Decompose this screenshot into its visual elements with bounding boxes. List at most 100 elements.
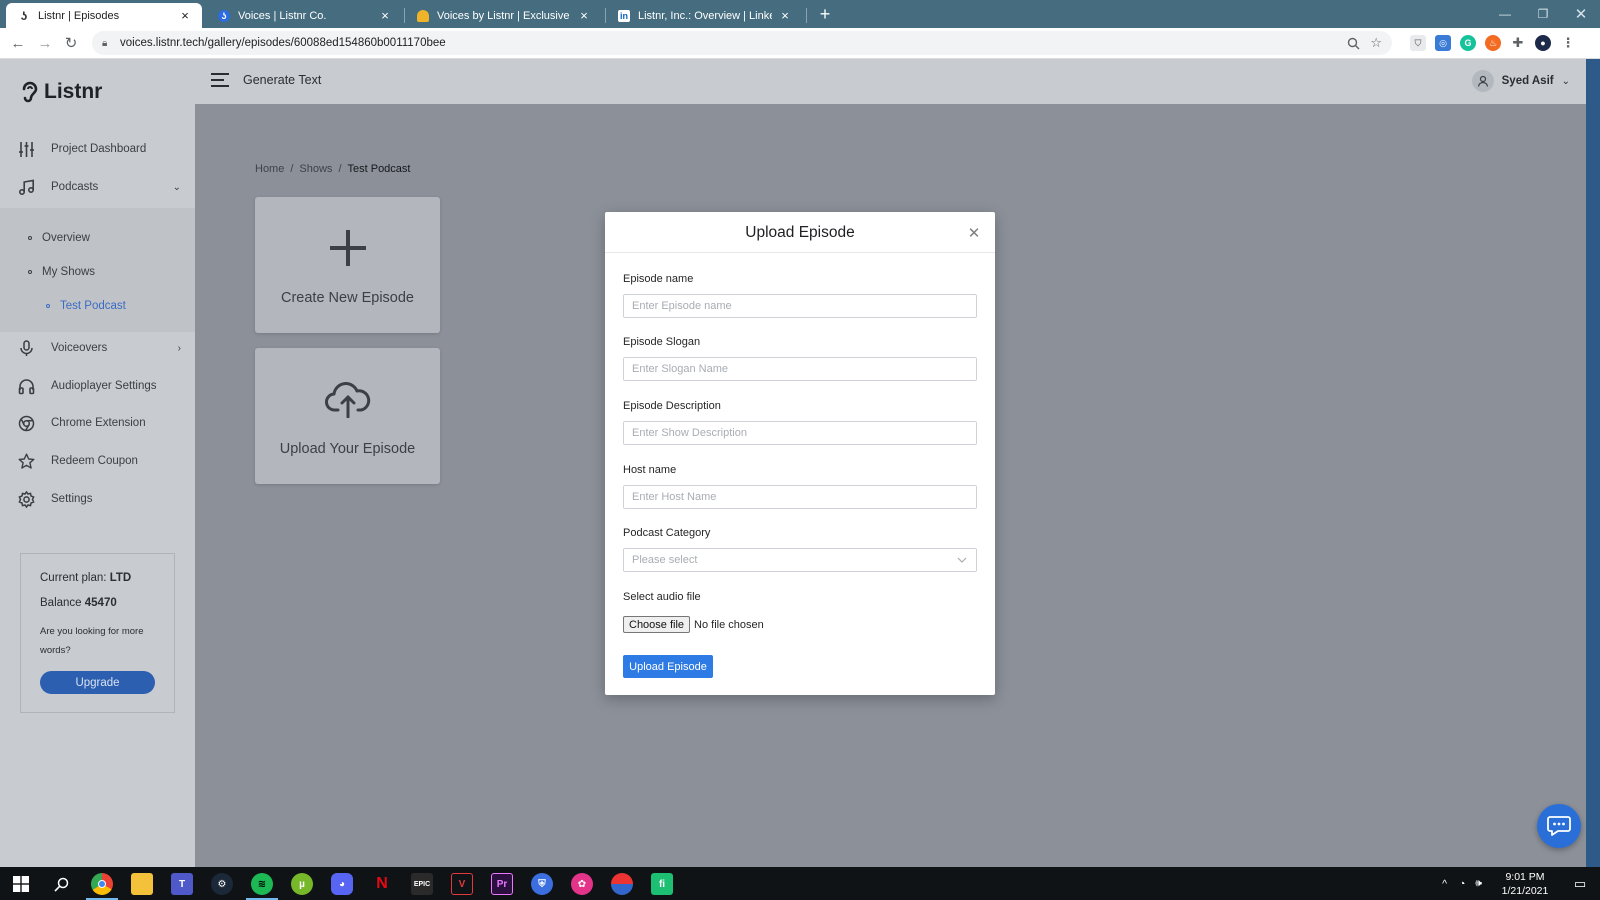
steam-icon[interactable]: ⚙ [211,873,233,895]
linkedin-favicon-icon: in [618,9,630,22]
listnr-favicon-icon: ʖ [218,9,230,22]
close-tab-icon[interactable]: × [178,8,192,23]
vpn-shield-icon[interactable]: ⛨ [531,873,553,895]
vivaldi-icon[interactable]: V [451,873,473,895]
close-tab-icon[interactable]: × [378,8,392,23]
browser-tab-bar: ʖ Listnr | Episodes × ʖ Voices | Listnr … [0,0,1600,28]
colorful-app-icon[interactable] [611,873,633,895]
sidebar-item-voiceovers[interactable]: Voiceovers › [0,333,195,363]
back-arrow-icon[interactable]: ← [8,33,28,53]
epic-games-icon[interactable]: EPIC [411,873,433,895]
sidebar-item-redeem-coupon[interactable]: Redeem Coupon [0,446,195,476]
screenshot-extension-icon[interactable]: ◎ [1435,35,1451,51]
file-explorer-icon[interactable] [131,873,153,895]
sidebar-subitem-my-shows[interactable]: My Shows [28,266,95,278]
tab-listnr-episodes[interactable]: ʖ Listnr | Episodes × [6,3,202,28]
breadcrumb-shows[interactable]: Shows [299,163,332,175]
listnr-logo[interactable]: Listnr [20,79,102,105]
url-omnibox[interactable]: 🔒︎ voices.listnr.tech/gallery/episodes/6… [92,31,1392,55]
episode-description-label: Episode Description [623,400,721,412]
menu-kebab-icon[interactable]: ⋮ [1560,35,1576,51]
chevron-right-icon: › [177,342,181,354]
extensions-puzzle-icon[interactable]: ✚ [1510,35,1526,51]
current-plan: Current plan: LTD [40,572,132,584]
premiere-pro-icon[interactable]: Pr [491,873,513,895]
fire-extension-icon[interactable]: ♨ [1485,35,1501,51]
microphone-icon [20,339,33,356]
close-tab-icon[interactable]: × [577,8,591,23]
hamburger-menu-icon[interactable] [211,73,229,87]
podcast-category-select[interactable]: Please select [623,548,977,572]
episode-name-input[interactable] [623,294,977,318]
music-note-icon [18,179,35,195]
upgrade-button[interactable]: Upgrade [40,671,155,694]
episode-slogan-label: Episode Slogan [623,336,701,348]
tab-voices-offer[interactable]: Voices by Listnr | Exclusive Offer × [405,3,601,28]
balance: Balance 45470 [40,597,117,609]
headphones-icon [18,378,35,394]
teams-icon[interactable]: T [171,873,193,895]
generate-text-link[interactable]: Generate Text [243,73,321,87]
system-tray: ^ ◔ 🕪︎ 9:01 PM 1/21/2021 ▭ [1442,867,1600,900]
netflix-icon[interactable]: N [371,873,393,895]
choose-file-button[interactable]: Choose file [623,616,691,633]
sidebar-subitem-overview[interactable]: Overview [28,232,90,244]
podcast-category-label: Podcast Category [623,527,711,539]
address-bar: ← → ↻ 🔒︎ voices.listnr.tech/gallery/epis… [0,28,1600,59]
grammarly-icon[interactable]: G [1460,35,1476,51]
restore-icon[interactable]: ❐ [1524,0,1562,28]
chat-widget-button[interactable] [1537,804,1581,848]
new-tab-button[interactable]: + [815,4,835,25]
upload-episode-button[interactable]: Upload Episode [623,655,713,678]
chrome-taskbar-icon[interactable] [91,873,113,895]
user-menu[interactable]: Syed Asif ⌄ [1471,70,1570,92]
tab-linkedin[interactable]: in Listnr, Inc.: Overview | LinkedIn × [606,3,802,28]
bookmark-star-icon[interactable]: ☆ [1370,35,1382,51]
fiverr-icon[interactable]: fi [651,873,673,895]
plan-card: Current plan: LTD Balance 45470 Are you … [20,553,175,713]
audio-file-picker: Choose file No file chosen [623,616,764,633]
episode-slogan-input[interactable] [623,357,977,381]
notifications-icon[interactable]: ▭ [1560,876,1600,892]
upload-your-episode-card[interactable]: Upload Your Episode [255,348,440,484]
tab-voices-listnr[interactable]: ʖ Voices | Listnr Co. × [206,3,402,28]
chevron-up-icon[interactable]: ^ [1442,878,1447,890]
sidebar-item-settings[interactable]: Settings [0,484,195,514]
sidebar-item-audioplayer-settings[interactable]: Audioplayer Settings [0,371,195,401]
utorrent-icon[interactable]: µ [291,873,313,895]
search-icon[interactable] [50,873,72,895]
host-name-input[interactable] [623,485,977,509]
forward-arrow-icon[interactable]: → [35,33,55,53]
minimize-icon[interactable]: — [1486,0,1524,28]
chrome-icon [18,415,35,431]
clock[interactable]: 9:01 PM 1/21/2021 [1490,870,1560,898]
listnr-favicon-icon: ʖ [20,8,28,23]
sidebar-item-project-dashboard[interactable]: Project Dashboard [0,134,195,164]
upload-episode-modal: Upload Episode ✕ Episode name Episode Sl… [605,212,995,695]
zoom-icon[interactable] [1347,37,1360,50]
page-scrollbar[interactable] [1586,59,1600,867]
volume-icon[interactable]: 🕪︎ [1475,877,1482,890]
sliders-icon [19,141,34,157]
close-tab-icon[interactable]: × [778,8,792,23]
network-icon[interactable]: ◔ [1459,878,1465,890]
breadcrumb-current: Test Podcast [347,163,411,175]
shield-extension-icon[interactable]: ⛉ [1410,35,1426,51]
sidebar-item-chrome-extension[interactable]: Chrome Extension [0,408,195,438]
discord-icon[interactable]: ◕ [331,873,353,895]
window-close-icon[interactable]: ✕ [1562,0,1600,28]
create-new-episode-card[interactable]: Create New Episode [255,197,440,333]
sidebar-subitem-test-podcast[interactable]: Test Podcast [46,300,126,312]
windows-start-icon[interactable] [10,873,32,895]
profile-avatar-icon[interactable]: ● [1535,35,1551,51]
user-avatar-icon [1471,70,1494,92]
episode-description-input[interactable] [623,421,977,445]
modal-header: Upload Episode ✕ [605,212,995,253]
reload-icon[interactable]: ↻ [61,33,81,53]
breadcrumb-home[interactable]: Home [255,163,284,175]
close-icon[interactable]: ✕ [967,225,981,242]
sidebar-item-podcasts[interactable]: Podcasts ⌄ [0,172,195,202]
star-icon [18,453,35,469]
spotify-icon[interactable]: ≋ [251,873,273,895]
flower-app-icon[interactable]: ✿ [571,873,593,895]
